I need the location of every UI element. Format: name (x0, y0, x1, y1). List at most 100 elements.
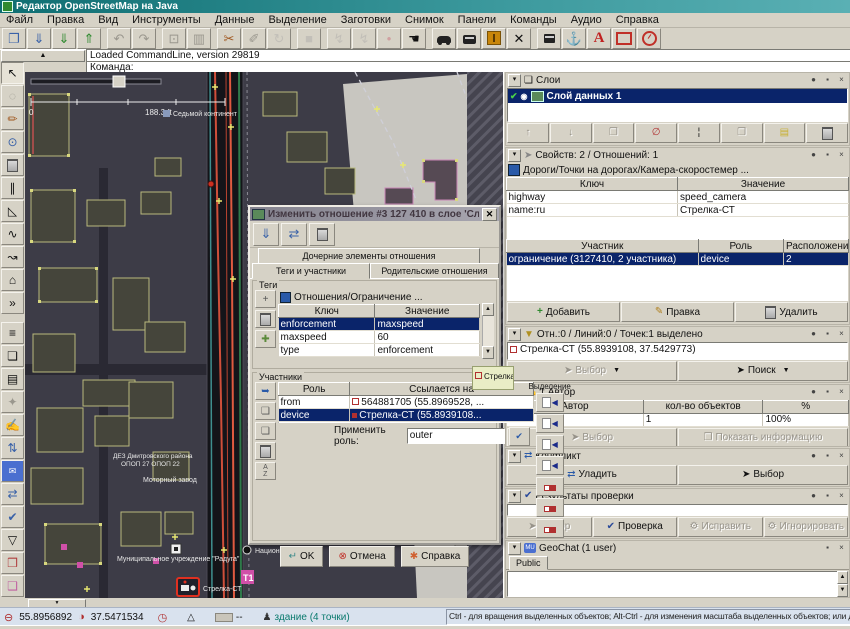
photos-panel-icon[interactable]: ❑ (1, 575, 24, 597)
download-members-icon-1[interactable] (536, 477, 564, 496)
apply-changes-icon[interactable]: ⇓ (253, 223, 279, 246)
collapse-icon[interactable]: ▾ (508, 74, 521, 87)
select-members-icon-4[interactable]: ◀ (536, 456, 564, 475)
sort-members-icon[interactable]: AZ (255, 462, 276, 480)
update-modified-icon[interactable]: ↯ (352, 28, 376, 49)
text-label-icon[interactable]: A (587, 28, 611, 49)
validator-check-button[interactable]: ✔Проверка (593, 517, 678, 537)
close-icon[interactable]: × (836, 543, 847, 554)
undo-icon[interactable]: ↶ (107, 28, 131, 49)
validator-ignore-button[interactable]: ⚙Игнорировать (764, 517, 849, 537)
improve-accuracy-tool-icon[interactable]: ∿ (1, 223, 24, 245)
select-members-icon-3[interactable]: ◀ (536, 435, 564, 454)
layer-active-icon[interactable]: ✔ (510, 91, 518, 102)
relation-preset-link[interactable]: Отношения/Ограничение ... (278, 290, 480, 304)
tab-parents[interactable]: Родительские отношения (370, 263, 499, 278)
tag-row[interactable]: name:ruСтрелка-СТ (507, 204, 849, 217)
zoom-to-selection-icon[interactable]: ⊡ (162, 28, 186, 49)
filter-panel-icon[interactable]: ▽ (1, 529, 24, 551)
dock-icon[interactable]: ▪ (822, 491, 833, 502)
menu-windows[interactable]: Панели (458, 14, 496, 26)
membership-row[interactable]: ограничение (3127410, 2 участника)device… (507, 253, 849, 266)
layer-up-button[interactable]: ↑ (507, 123, 549, 143)
download-members-icon-3[interactable] (536, 519, 564, 538)
scroll-down-icon[interactable]: ▼ (482, 346, 494, 359)
edit-tag-button[interactable]: ✎Правка (621, 302, 734, 322)
collapse-icon[interactable]: ▾ (508, 328, 521, 341)
select-members-icon-2[interactable]: ◀ (536, 414, 564, 433)
dock-icon[interactable]: ▪ (822, 387, 833, 398)
refresh-icon[interactable]: ↻ (267, 28, 291, 49)
save-icon[interactable]: ⇓ (27, 28, 51, 49)
wharf-icon[interactable]: ⚓ (562, 28, 586, 49)
conflict-resolve-button[interactable]: ⇄Уладить (507, 465, 677, 485)
more-tools-icon[interactable]: » (1, 292, 24, 314)
member-row[interactable]: from564881705 (55.8969528, ... (279, 396, 534, 409)
layer-delete-button[interactable] (806, 123, 848, 143)
add-tag-icon[interactable]: + (255, 290, 276, 308)
pan-hand-icon[interactable]: ☚ (402, 28, 426, 49)
tag-row[interactable]: highwayspeed_camera (507, 191, 849, 204)
layer-duplicate-button[interactable]: ❐ (593, 123, 635, 143)
add-tag-button[interactable]: +Добавить (507, 302, 620, 322)
menu-help[interactable]: Справка (616, 14, 659, 26)
tag-row[interactable]: maxspeed60 (279, 331, 480, 344)
delete-mode-icon[interactable]: ✕ (507, 28, 531, 49)
tags-table[interactable]: КлючЗначение highwayspeed_camera name:ru… (506, 177, 849, 217)
menu-file[interactable]: Файл (6, 14, 33, 26)
select-tool-icon[interactable]: ↖ (1, 62, 24, 84)
follow-line-tool-icon[interactable]: ↝ (1, 246, 24, 268)
sticky-icon[interactable]: ● (808, 387, 819, 398)
relation-tags-table[interactable]: КлючЗначение enforcementmaxspeed maxspee… (278, 304, 480, 357)
scroll-down-icon[interactable]: ▼ (837, 584, 848, 597)
collapse-icon[interactable]: ▾ (508, 149, 521, 162)
layer-style-button[interactable]: ▤ (764, 123, 806, 143)
scroll-up-icon[interactable]: ▲ (837, 571, 848, 584)
menu-selection[interactable]: Выделение (268, 14, 326, 26)
lasso-tool-icon[interactable]: ◌ (1, 85, 24, 107)
collapse-icon[interactable]: ▾ (508, 490, 521, 503)
parallel-tool-icon[interactable]: ∥ (1, 177, 24, 199)
dock-icon[interactable]: ▪ (822, 329, 833, 340)
selection-search-button[interactable]: ➤Поиск▼ (678, 361, 848, 381)
geochat-messages[interactable] (507, 571, 837, 597)
dialog-title-bar[interactable]: Изменить отношение #3 127 410 в слое 'Сл… (250, 207, 499, 221)
dialog-close-icon[interactable]: ✕ (482, 208, 497, 221)
delete-tag-icon[interactable] (255, 310, 276, 328)
redo-icon[interactable]: ↷ (132, 28, 156, 49)
tags-panel-icon[interactable]: ❏ (1, 345, 24, 367)
close-icon[interactable]: × (836, 329, 847, 340)
relations-panel-icon[interactable]: ▤ (1, 368, 24, 390)
layer-visibility-button[interactable]: ∅ (635, 123, 677, 143)
purge-icon[interactable]: ✐ (242, 28, 266, 49)
layers-panel-icon[interactable]: ≡ (1, 322, 24, 344)
conflict-select-button[interactable]: ➤Выбор (678, 465, 848, 485)
sticky-icon[interactable]: ● (808, 451, 819, 462)
paste-tags-icon[interactable]: ✚ (255, 330, 276, 348)
selection-select-button[interactable]: ➤Выбор▼ (507, 361, 677, 381)
copy-role-icon[interactable]: ➥ (255, 382, 276, 400)
dock-icon[interactable]: ▪ (822, 150, 833, 161)
draw-tool-icon[interactable]: ✏ (1, 108, 24, 130)
command-stack-panel-icon[interactable]: ❒ (1, 552, 24, 574)
tag-row[interactable]: enforcementmaxspeed (279, 318, 480, 331)
building-tool-icon[interactable]: ⌂ (1, 269, 24, 291)
validator-fix-button[interactable]: ⚙Исправить (678, 517, 763, 537)
download-icon[interactable]: ⇓ (52, 28, 76, 49)
zoom-tool-icon[interactable]: ⊙ (1, 131, 24, 153)
open-icon[interactable]: ❐ (2, 28, 26, 49)
dock-icon[interactable]: ▪ (822, 75, 833, 86)
duplicate-member-icon[interactable]: ❏ (255, 402, 276, 420)
close-icon[interactable]: × (836, 75, 847, 86)
apply-role-input[interactable]: outer (407, 428, 505, 444)
unglue-icon[interactable]: ✂ (217, 28, 241, 49)
menu-data[interactable]: Данные (215, 14, 255, 26)
layer-visible-icon[interactable]: ◉ (521, 92, 528, 101)
scroll-up-icon[interactable]: ▲ (482, 303, 494, 316)
dock-icon[interactable]: ▪ (822, 451, 833, 462)
geochat-panel-icon[interactable]: ✉ (1, 460, 24, 482)
refresh-relation-icon[interactable]: ⇄ (281, 223, 307, 246)
menu-commands[interactable]: Команды (510, 14, 557, 26)
collapse-icon[interactable]: ▾ (508, 542, 521, 555)
selection-item[interactable]: Стрелка-СТ (55.8939108, 37.5429773) (520, 344, 696, 355)
